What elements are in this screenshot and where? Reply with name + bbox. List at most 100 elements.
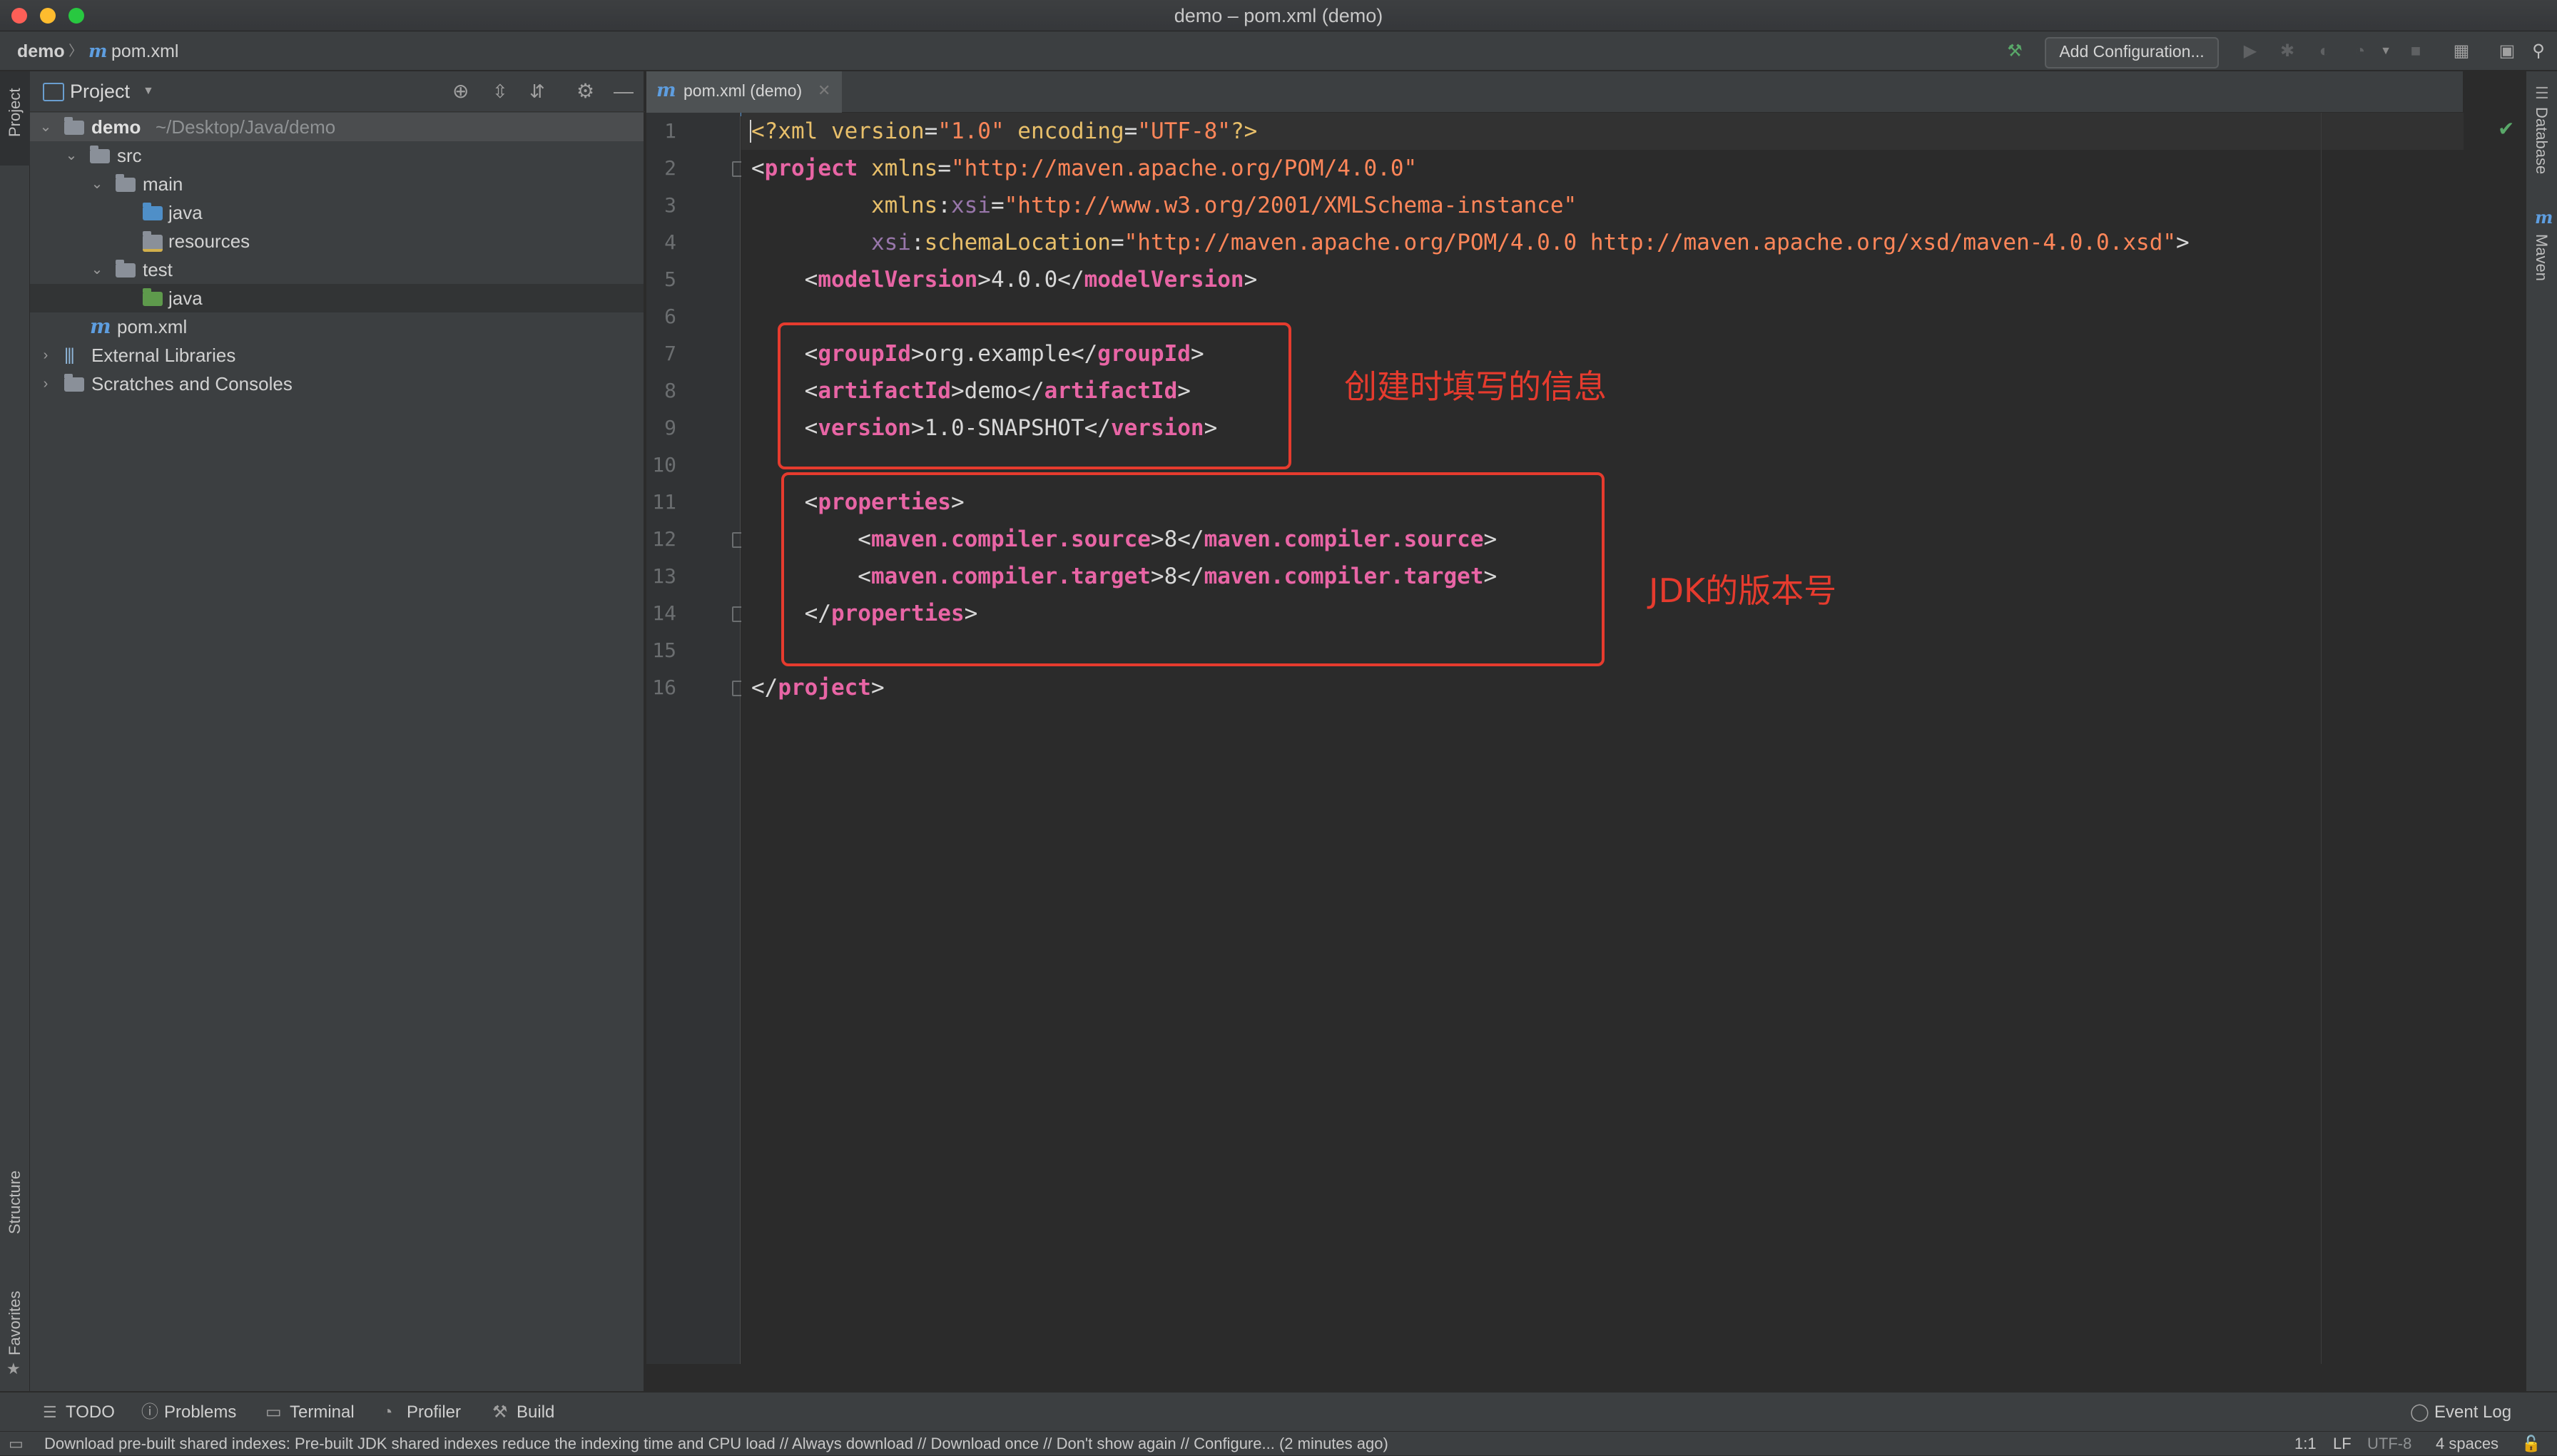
tree-label: main [143,173,183,195]
line-number: 5 [664,268,676,291]
locate-file-icon[interactable]: ⊕ [452,71,469,111]
build-hammer-icon[interactable]: ⚒ [2005,41,2025,61]
profile-icon[interactable]: ◔ [2350,41,2370,61]
favorites-tool-window-tab[interactable]: Favorites [6,1291,24,1355]
line-number: 2 [664,156,676,180]
tree-row-java-main[interactable]: java [30,198,644,227]
line-number: 9 [664,416,676,439]
line-number: 11 [652,490,676,514]
chevron-down-icon[interactable]: ▼ [143,71,154,111]
chevron-down-icon[interactable]: ⌄ [63,141,80,170]
line-number: 1 [664,119,676,143]
code-line-4: xsi:schemaLocation="http://maven.apache.… [751,230,2190,255]
database-icon: ☰ [2535,84,2549,102]
todo-tab[interactable]: TODO [66,1393,115,1432]
annotation-jdk-note: JDK的版本号 [1649,571,1837,610]
tree-row-test[interactable]: ⌄ test [30,255,644,284]
libraries-icon: ||| [64,345,75,365]
tree-label: test [143,259,173,280]
debug-icon[interactable]: ✱ [2277,41,2297,61]
chevron-down-icon[interactable]: ⌄ [88,170,106,198]
terminal-icon: ▭ [265,1402,282,1422]
add-configuration-button[interactable]: Add Configuration... [2045,37,2219,68]
build-tab[interactable]: Build [517,1393,554,1432]
run-icon[interactable]: ▶ [2240,41,2260,61]
tool-window-bar: ☰ TODO ⓘ Problems ▭ Terminal ◔ Profiler … [0,1391,2557,1431]
chevron-down-icon[interactable]: ⌄ [88,255,106,284]
todo-icon: ☰ [43,1403,57,1421]
chevron-down-icon[interactable]: ⌄ [37,113,54,141]
line-separator[interactable]: LF [2333,1432,2352,1456]
tree-label: java [168,287,203,309]
breadcrumb-project[interactable]: demo [17,31,65,71]
tree-label: pom.xml [117,316,188,337]
coverage-icon[interactable]: ◐ [2314,41,2334,61]
project-view-icon [43,83,64,101]
expand-all-icon[interactable]: ⇳ [492,71,508,111]
line-number: 12 [652,527,676,551]
indent-setting[interactable]: 4 spaces [2436,1432,2498,1456]
line-number: 16 [652,676,676,699]
chevron-right-icon[interactable]: › [37,341,54,370]
tree-row-external-libraries[interactable]: › ||| External Libraries [30,341,644,370]
line-number: 13 [652,564,676,588]
problems-tab[interactable]: Problems [164,1393,236,1432]
gear-icon[interactable]: ⚙ [576,71,594,111]
database-tool-window-tab[interactable]: Database [2532,107,2551,174]
file-encoding[interactable]: UTF-8 [2367,1432,2411,1456]
window-title: demo – pom.xml (demo) [1174,5,1383,26]
search-icon[interactable]: ⚲ [2528,41,2548,61]
tree-label: External Libraries [91,345,236,366]
code-line-2: <project xmlns="http://maven.apache.org/… [751,156,1418,181]
tree-row-resources[interactable]: resources [30,227,644,255]
caret-position[interactable]: 1:1 [2294,1432,2317,1456]
line-number: 7 [664,342,676,365]
profiler-tab[interactable]: Profiler [407,1393,461,1432]
structure-tool-window-tab[interactable]: Structure [6,1171,24,1234]
chevron-down-icon[interactable]: ▼ [2376,41,2396,61]
tree-row-src[interactable]: ⌄ src [30,141,644,170]
terminal-tab[interactable]: Terminal [290,1393,355,1432]
run-anything-icon[interactable]: ▣ [2497,41,2517,61]
hide-panel-icon[interactable]: — [614,71,634,111]
status-message[interactable]: Download pre-built shared indexes: Pre-b… [44,1432,1388,1456]
tree-row-pom[interactable]: m pom.xml [30,312,644,341]
tree-row-demo[interactable]: ⌄ demo ~/Desktop/Java/demo [30,113,644,141]
maven-file-icon: m [90,315,111,338]
project-structure-icon[interactable]: ▦ [2451,41,2471,61]
collapse-all-icon[interactable]: ⇵ [529,71,545,111]
maven-file-icon: m [88,41,108,61]
maven-file-icon: m [656,80,676,101]
code-line-1: <?xml version="1.0" encoding="UTF-8"?> [751,118,1258,144]
line-number: 10 [652,453,676,477]
line-number: 3 [664,193,676,217]
stop-icon[interactable]: ■ [2406,41,2426,61]
profiler-icon: ◔ [382,1402,393,1422]
tab-pom-xml[interactable]: m pom.xml (demo) ✕ [646,71,842,116]
maven-tool-window-tab[interactable]: Maven [2532,234,2551,281]
source-folder-icon [143,203,163,220]
status-bar: ▭ Download pre-built shared indexes: Pre… [0,1431,2557,1455]
test-folder-icon [143,288,163,306]
breadcrumb-file[interactable]: pom.xml [111,31,178,71]
chevron-right-icon[interactable]: › [37,370,54,398]
tree-row-java-test[interactable]: java [30,284,644,312]
project-panel-title[interactable]: Project [70,71,130,111]
tree-row-scratches[interactable]: › Scratches and Consoles [30,370,644,398]
line-number: 4 [664,230,676,254]
status-toggle-icon[interactable]: ▭ [9,1432,24,1456]
folder-icon [116,174,136,192]
code-editor[interactable]: <?xml version="1.0" encoding="UTF-8"?> <… [741,113,2514,1364]
inspection-ok-icon[interactable]: ✔ [2498,117,2514,141]
project-tool-window-tab[interactable]: Project [6,88,24,137]
close-icon[interactable]: ✕ [818,71,830,110]
line-number: 6 [664,305,676,328]
lock-icon[interactable]: 🔓 [2521,1432,2541,1456]
tree-row-main[interactable]: ⌄ main [30,170,644,198]
tree-hint: ~/Desktop/Java/demo [156,116,336,138]
tree-label: demo [91,116,141,138]
event-log-tab[interactable]: Event Log [2434,1393,2511,1432]
tree-label: resources [168,230,250,252]
code-line-3: xmlns:xsi="http://www.w3.org/2001/XMLSch… [751,193,1577,218]
line-number: 14 [652,601,676,625]
